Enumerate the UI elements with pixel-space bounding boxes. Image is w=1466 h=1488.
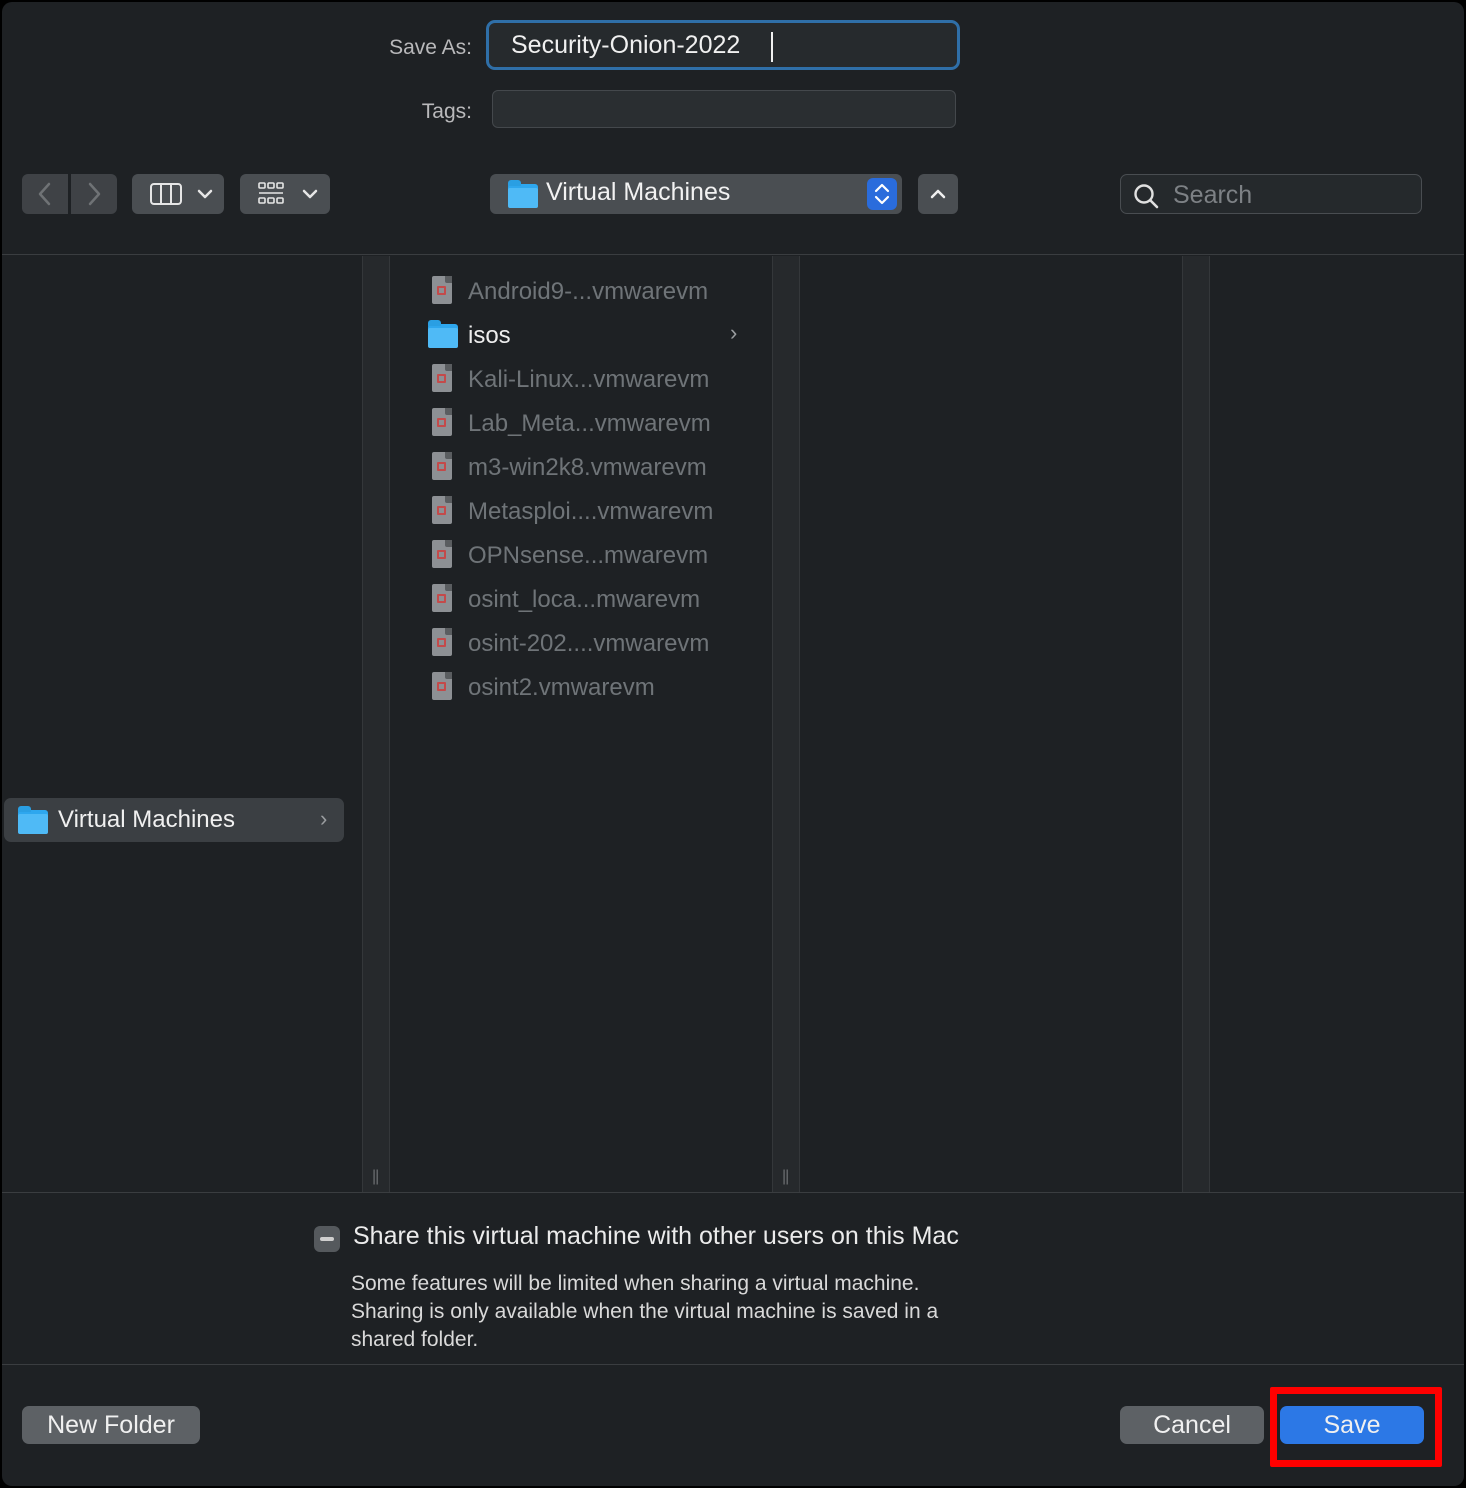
- file-name: isos: [468, 322, 511, 349]
- share-label: Share this virtual machine with other us…: [353, 1222, 959, 1250]
- cancel-button[interactable]: Cancel: [1120, 1406, 1264, 1444]
- share-checkbox[interactable]: [314, 1226, 340, 1252]
- column-resize-handle[interactable]: ||: [772, 256, 800, 1192]
- tags-label: Tags:: [421, 100, 472, 123]
- list-item[interactable]: Kali-Linux...vmwarevm: [426, 358, 756, 402]
- vmwarevm-file-icon: [432, 628, 452, 656]
- share-note-line: Some features will be limited when shari…: [351, 1272, 920, 1295]
- back-button[interactable]: [22, 174, 68, 214]
- search-input[interactable]: [1171, 175, 1415, 215]
- tags-input[interactable]: [493, 91, 955, 127]
- file-name: Android9-...vmwarevm: [468, 278, 709, 305]
- file-name: m3-win2k8.vmwarevm: [468, 454, 707, 481]
- sidebar-item-label: Virtual Machines: [58, 806, 235, 833]
- vmwarevm-file-icon: [432, 672, 452, 700]
- collapse-button[interactable]: [918, 174, 958, 214]
- list-item[interactable]: Metasploi....vmwarevm: [426, 490, 756, 534]
- popup-stepper-icon: [867, 178, 897, 210]
- highlight-box: [1270, 1387, 1442, 1467]
- save-dialog: Save As: Tags:: [2, 2, 1464, 1486]
- chevron-right-icon: [88, 182, 101, 206]
- columns-view-icon: [150, 183, 213, 205]
- save-as-input[interactable]: [489, 23, 957, 67]
- chevron-up-icon: [930, 189, 946, 199]
- file-name: osint-202....vmwarevm: [468, 630, 710, 657]
- options-divider: [2, 1364, 1464, 1365]
- file-name: Metasploi....vmwarevm: [468, 498, 714, 525]
- file-name: OPNsense...mwarevm: [468, 542, 709, 569]
- view-mode-button[interactable]: [132, 174, 224, 214]
- file-name: osint_loca...mwarevm: [468, 586, 701, 613]
- folder-icon: [18, 806, 48, 834]
- list-item[interactable]: Android9-...vmwarevm: [426, 270, 756, 314]
- group-button[interactable]: [240, 174, 330, 214]
- list-item[interactable]: OPNsense...mwarevm: [426, 534, 756, 578]
- save-as-field[interactable]: [486, 20, 960, 70]
- forward-button[interactable]: [71, 174, 117, 214]
- vmwarevm-file-icon: [432, 276, 452, 304]
- toolbar-divider: [2, 254, 1464, 255]
- save-as-label: Save As:: [389, 36, 472, 59]
- vmwarevm-file-icon: [432, 540, 452, 568]
- new-folder-button[interactable]: New Folder: [22, 1406, 200, 1444]
- vmwarevm-file-icon: [432, 584, 452, 612]
- sidebar-column: [2, 256, 362, 1192]
- share-note: Some features will be limited when shari…: [351, 1270, 1051, 1354]
- location-popup[interactable]: Virtual Machines: [490, 174, 902, 214]
- text-caret: [771, 32, 773, 62]
- column-resize-handle[interactable]: [1182, 256, 1210, 1192]
- chevron-right-icon: ›: [730, 320, 738, 345]
- list-item[interactable]: osint2.vmwarevm: [426, 666, 756, 710]
- vmwarevm-file-icon: [432, 452, 452, 480]
- list-item[interactable]: isos ›: [426, 314, 756, 358]
- vmwarevm-file-icon: [432, 496, 452, 524]
- empty-column: [1210, 256, 1464, 1192]
- list-item[interactable]: m3-win2k8.vmwarevm: [426, 446, 756, 490]
- list-item[interactable]: Lab_Meta...vmwarevm: [426, 402, 756, 446]
- location-label: Virtual Machines: [546, 178, 731, 206]
- vmwarevm-file-icon: [432, 364, 452, 392]
- folder-icon: [508, 180, 538, 208]
- grid-group-icon: [258, 182, 318, 204]
- resize-grip-icon: ||: [372, 1168, 379, 1185]
- file-name: osint2.vmwarevm: [468, 674, 655, 701]
- list-item[interactable]: osint_loca...mwarevm: [426, 578, 756, 622]
- vmwarevm-file-icon: [432, 408, 452, 436]
- search-field[interactable]: [1120, 174, 1422, 215]
- chevron-left-icon: [38, 182, 51, 206]
- tags-field[interactable]: [492, 90, 956, 128]
- list-item[interactable]: osint-202....vmwarevm: [426, 622, 756, 666]
- preview-column: [800, 256, 1182, 1192]
- sidebar-item-virtual-machines[interactable]: Virtual Machines ›: [4, 798, 344, 842]
- search-icon: [1134, 184, 1159, 209]
- file-name: Kali-Linux...vmwarevm: [468, 366, 710, 393]
- browser-divider: [2, 1192, 1464, 1193]
- share-note-line: Sharing is only available when the virtu…: [351, 1300, 939, 1323]
- column-resize-handle[interactable]: ||: [362, 256, 390, 1192]
- folder-icon: [428, 320, 458, 348]
- chevron-right-icon: ›: [320, 806, 328, 831]
- resize-grip-icon: ||: [782, 1168, 789, 1185]
- share-note-line: shared folder.: [351, 1328, 479, 1351]
- file-name: Lab_Meta...vmwarevm: [468, 410, 711, 437]
